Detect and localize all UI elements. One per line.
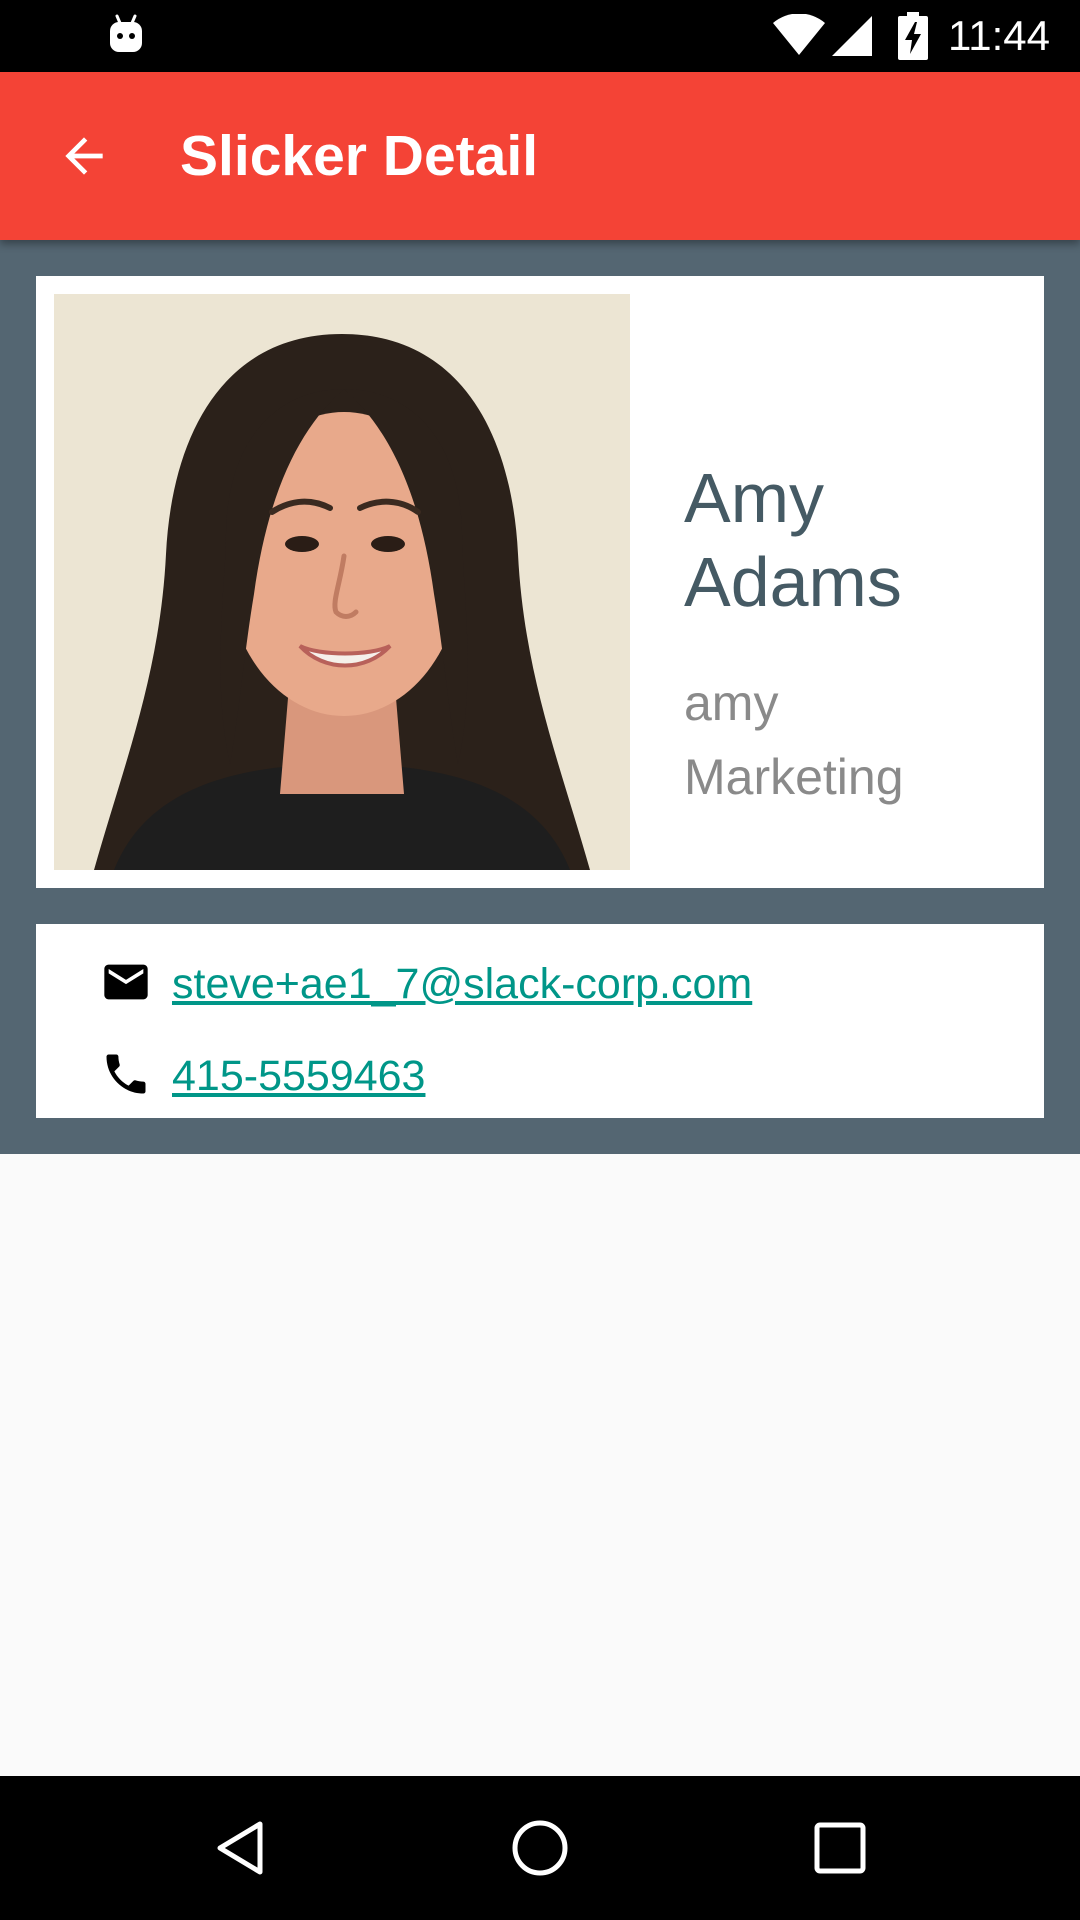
nav-back-button[interactable] bbox=[192, 1800, 288, 1896]
app-bar: Slicker Detail bbox=[0, 72, 1080, 240]
mail-icon bbox=[104, 964, 148, 1000]
email-row[interactable]: steve+ae1_7@slack-corp.com bbox=[36, 944, 1044, 1024]
cell-signal-icon bbox=[832, 16, 872, 56]
profile-photo bbox=[54, 294, 630, 870]
username: amy bbox=[684, 675, 779, 731]
nav-back-icon bbox=[217, 1821, 263, 1875]
nav-recents-icon bbox=[814, 1822, 866, 1874]
status-clock: 11:44 bbox=[948, 12, 1050, 59]
nav-recents-button[interactable] bbox=[792, 1800, 888, 1896]
phone-link[interactable]: 415-5559463 bbox=[172, 1036, 425, 1116]
battery-charging-icon bbox=[898, 12, 928, 60]
back-button[interactable] bbox=[36, 108, 132, 204]
first-name: Amy bbox=[684, 459, 824, 537]
profile-card: Amy Adams amy Marketing bbox=[36, 276, 1044, 888]
last-name: Adams bbox=[684, 543, 902, 621]
wifi-icon bbox=[773, 14, 825, 55]
department: Marketing bbox=[684, 749, 904, 805]
status-bar: 11:44 bbox=[0, 0, 1080, 72]
page-title: Slicker Detail bbox=[180, 124, 539, 188]
nav-home-button[interactable] bbox=[492, 1800, 588, 1896]
email-link[interactable]: steve+ae1_7@slack-corp.com bbox=[172, 944, 752, 1024]
contact-card: steve+ae1_7@slack-corp.com 415-5559463 bbox=[36, 924, 1044, 1118]
profile-info: Amy Adams amy Marketing bbox=[684, 276, 1024, 888]
debug-android-icon bbox=[110, 14, 142, 52]
avatar bbox=[54, 294, 630, 870]
detail-content: Amy Adams amy Marketing steve+ae1_7@slac… bbox=[0, 240, 1080, 1154]
phone-icon bbox=[106, 1054, 146, 1094]
phone-row[interactable]: 415-5559463 bbox=[36, 1036, 1044, 1116]
navigation-bar bbox=[0, 1776, 1080, 1920]
nav-home-icon bbox=[512, 1820, 568, 1876]
arrow-back-icon bbox=[65, 137, 103, 175]
